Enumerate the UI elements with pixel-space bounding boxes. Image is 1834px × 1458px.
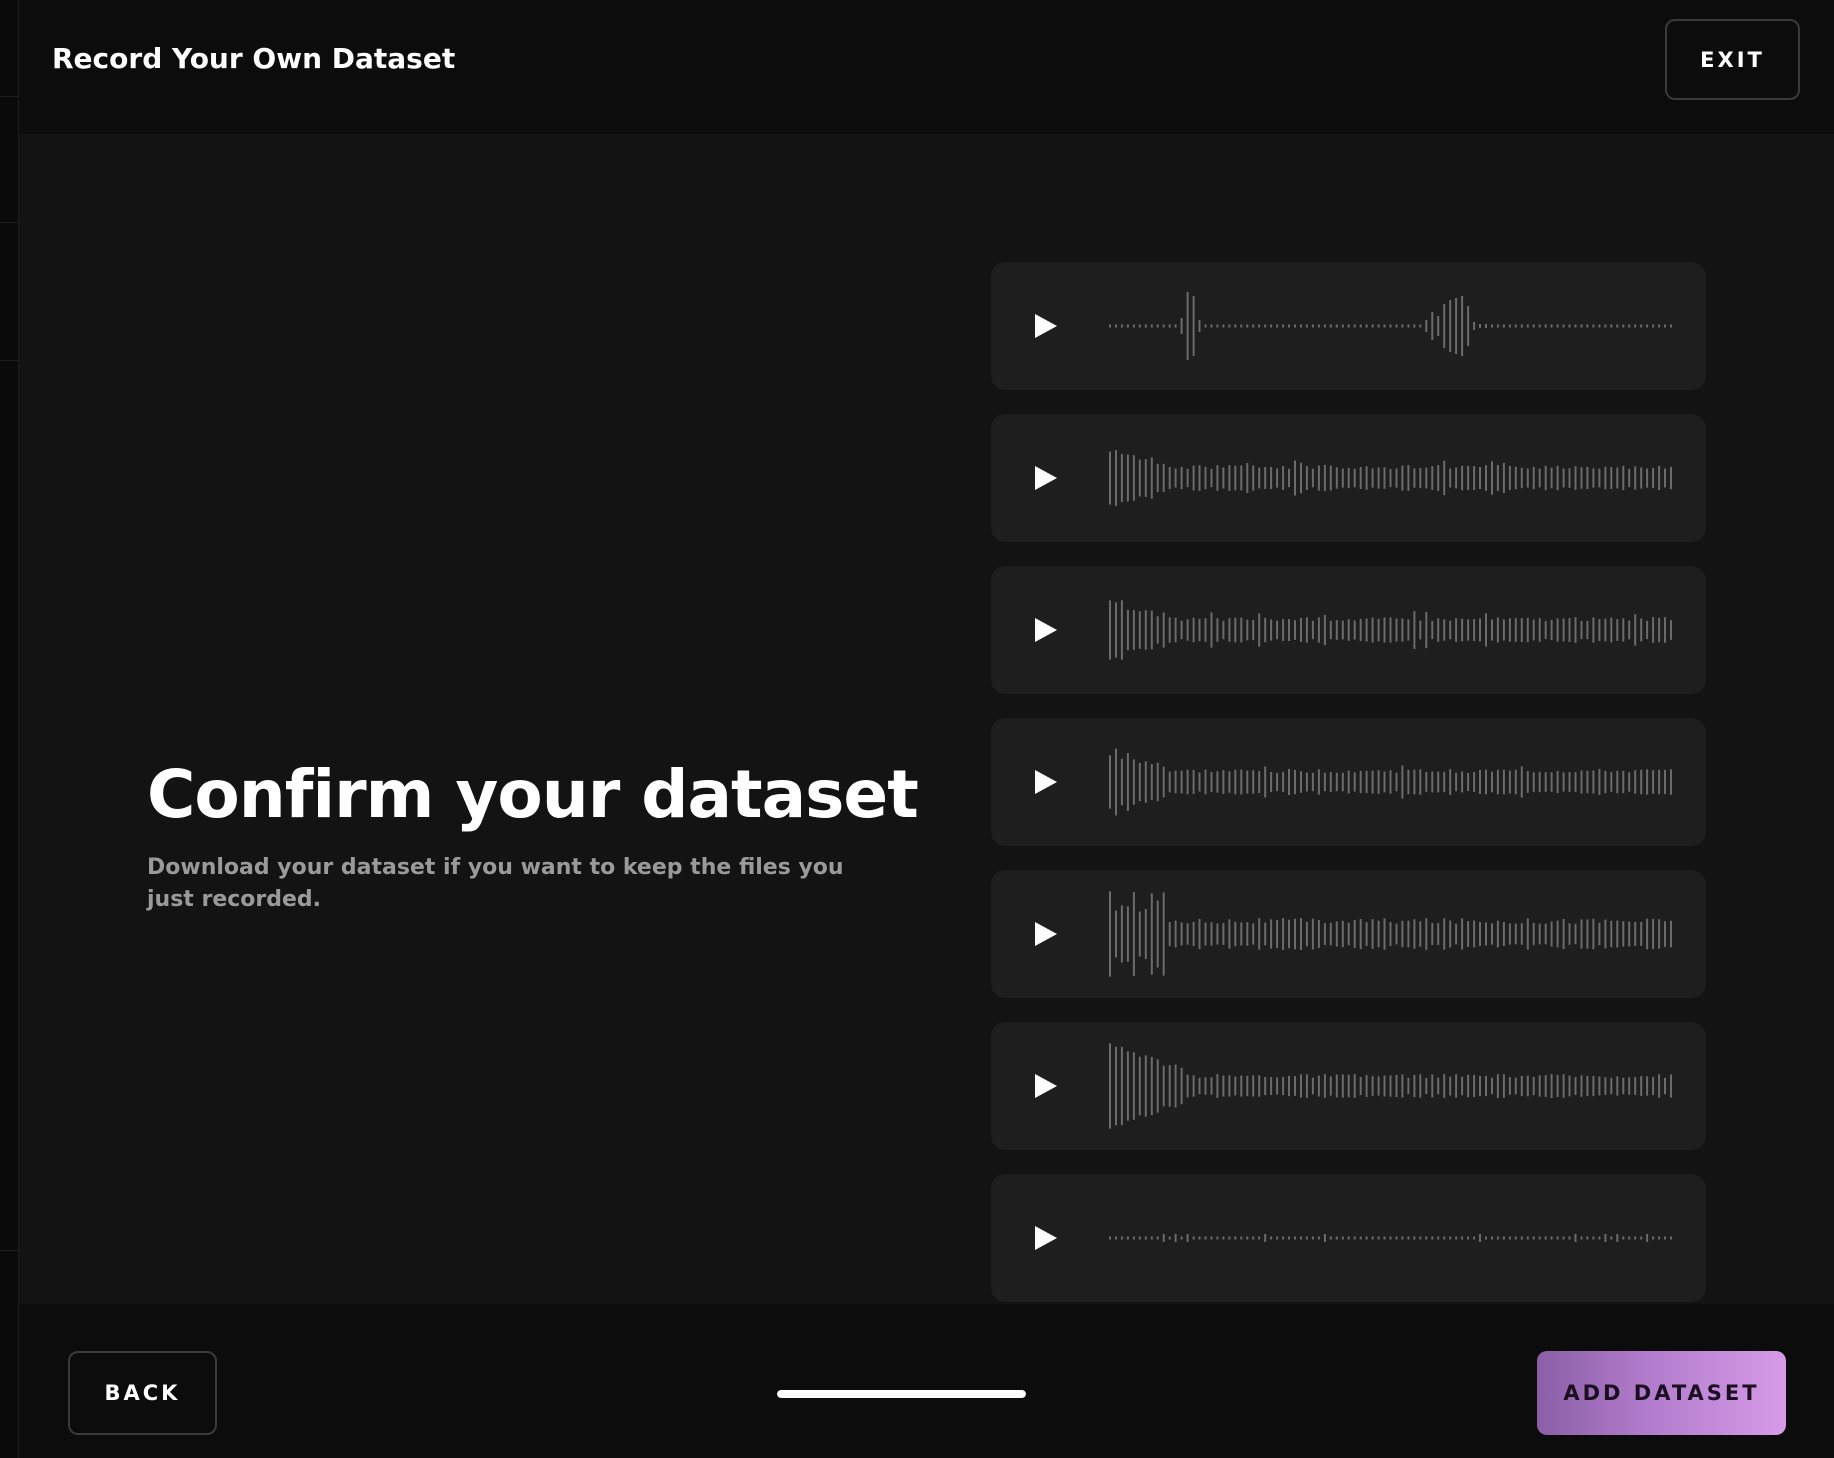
play-icon[interactable] [1031,311,1061,341]
exit-button[interactable]: EXIT [1665,19,1800,100]
footer-bar: BACK ADD DATASET [19,1304,1834,1458]
play-icon[interactable] [1031,767,1061,797]
left-edge-panel [0,0,19,1458]
recording-clip [991,1022,1706,1150]
recording-clip [991,870,1706,998]
waveform [1108,870,1673,998]
waveform [1108,262,1673,390]
left-edge-divider [0,96,18,97]
left-edge-divider [0,360,18,361]
recording-clip [991,566,1706,694]
progress-fill [777,1390,1026,1398]
page-title: Record Your Own Dataset [52,42,456,75]
recording-clip [991,718,1706,846]
main-content: Confirm your dataset Download your datas… [19,134,1834,1304]
left-edge-divider [0,222,18,223]
recording-clip [991,262,1706,390]
play-icon[interactable] [1031,463,1061,493]
confirm-heading: Confirm your dataset [147,756,919,833]
app-window: Record Your Own Dataset EXIT Confirm you… [0,0,1834,1458]
add-dataset-button[interactable]: ADD DATASET [1537,1351,1786,1435]
left-edge-divider [0,1250,18,1251]
waveform [1108,1022,1673,1150]
play-icon[interactable] [1031,1223,1061,1253]
waveform [1108,1174,1673,1302]
waveform [1108,718,1673,846]
play-icon[interactable] [1031,919,1061,949]
recording-clip [991,414,1706,542]
recording-clip [991,1174,1706,1302]
confirm-subtitle: Download your dataset if you want to kee… [147,855,844,912]
waveform [1108,566,1673,694]
progress-bar [777,1390,1026,1398]
play-icon[interactable] [1031,1071,1061,1101]
back-button[interactable]: BACK [68,1351,217,1435]
top-bar: Record Your Own Dataset EXIT [19,0,1834,134]
waveform [1108,414,1673,542]
play-icon[interactable] [1031,615,1061,645]
